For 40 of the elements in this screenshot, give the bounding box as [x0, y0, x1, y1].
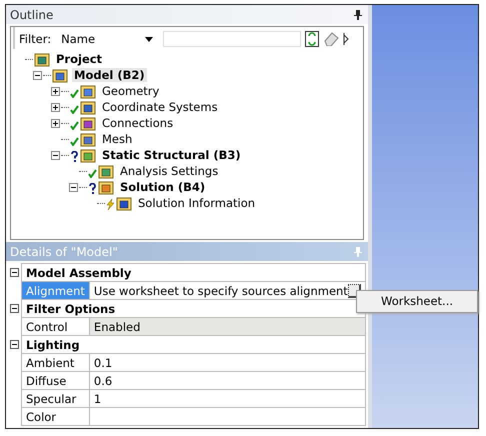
tree-item[interactable]: Coordinate Systems — [100, 100, 220, 114]
dropdown-arrow-icon[interactable] — [145, 36, 154, 42]
refresh-icon[interactable] — [305, 31, 320, 47]
expand-toggle[interactable] — [51, 118, 60, 128]
search-field[interactable] — [163, 31, 302, 47]
menu-item[interactable]: Worksheet... — [357, 291, 477, 312]
arrow-icon[interactable] — [343, 32, 350, 46]
pin-icon[interactable] — [354, 10, 362, 20]
property-label[interactable]: Color — [22, 408, 90, 426]
section-header: Lighting — [22, 336, 366, 354]
property-value[interactable]: 1 — [89, 390, 366, 408]
tree-item[interactable]: Solution (B4) — [118, 180, 208, 194]
collapse-toggle[interactable] — [51, 150, 60, 160]
collapse-toggle[interactable] — [10, 304, 19, 313]
property-label[interactable]: Specular — [22, 390, 90, 408]
property-label[interactable]: Diffuse — [22, 372, 90, 390]
panel-title: Details of "Model" — [10, 244, 118, 258]
tree-item[interactable]: Analysis Settings — [118, 164, 220, 178]
property-label[interactable]: Control — [22, 318, 90, 336]
expand-toggle[interactable] — [51, 102, 60, 112]
collapse-toggle[interactable] — [10, 340, 19, 349]
property-value[interactable]: 0.1 — [89, 354, 366, 372]
tree-item[interactable]: Project — [54, 52, 104, 66]
collapse-toggle[interactable] — [69, 182, 78, 192]
expand-toggle[interactable] — [51, 86, 60, 96]
section-header: Model Assembly — [22, 264, 366, 282]
filter-label: Filter: — [19, 32, 52, 46]
property-value[interactable]: 0.6 — [89, 372, 366, 390]
tree-item[interactable]: Static Structural (B3) — [100, 148, 243, 162]
property-label[interactable]: Ambient — [22, 354, 90, 372]
tree-item[interactable]: Mesh — [100, 132, 134, 146]
panel-title: Outline — [10, 8, 54, 22]
collapse-toggle[interactable] — [33, 70, 42, 80]
collapse-toggle[interactable] — [10, 268, 19, 277]
property-value[interactable]: Enabled — [89, 318, 366, 336]
tree-item[interactable]: Solution Information — [136, 196, 258, 210]
filter-dropdown[interactable]: Name — [57, 31, 160, 47]
tree-item[interactable]: Model (B2) — [72, 68, 147, 82]
tree-item[interactable]: Connections — [100, 116, 176, 130]
tree-item[interactable]: Geometry — [100, 84, 162, 98]
